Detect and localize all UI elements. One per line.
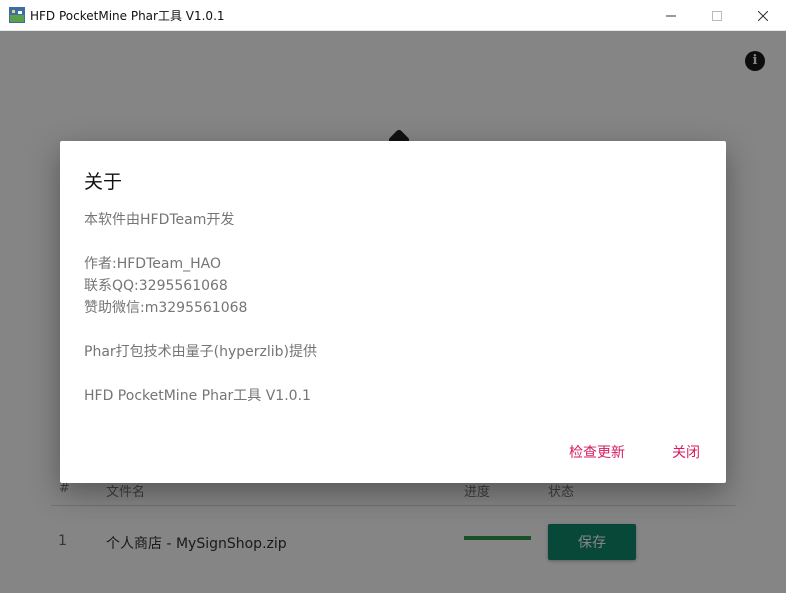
title-bar: HFD PocketMine Phar工具 V1.0.1 [0,0,786,31]
close-window-button[interactable] [740,0,786,31]
about-line: HFD PocketMine Phar工具 V1.0.1 [84,388,311,404]
minimize-icon [666,15,676,16]
about-line: 赞助微信:m3295561068 [84,300,248,316]
maximize-icon [712,10,722,21]
close-icon [758,10,768,21]
close-dialog-button[interactable]: 关闭 [672,441,700,465]
check-update-button[interactable]: 检查更新 [569,441,625,465]
minimize-button[interactable] [648,0,694,31]
about-line: 作者:HFDTeam_HAO [84,256,221,272]
about-dialog: 关于 本软件由HFDTeam开发 作者:HFDTeam_HAO 联系QQ:329… [60,141,726,483]
about-line: Phar打包技术由量子(hyperzlib)提供 [84,344,318,360]
dialog-actions: 检查更新 关闭 [60,441,726,465]
app-icon [9,7,25,23]
dialog-title: 关于 [84,171,123,193]
window-title: HFD PocketMine Phar工具 V1.0.1 [30,9,225,23]
about-line: 本软件由HFDTeam开发 [84,212,235,228]
about-line: 联系QQ:3295561068 [84,278,228,294]
maximize-button[interactable] [694,0,740,31]
dialog-body: 本软件由HFDTeam开发 作者:HFDTeam_HAO 联系QQ:329556… [84,209,317,407]
